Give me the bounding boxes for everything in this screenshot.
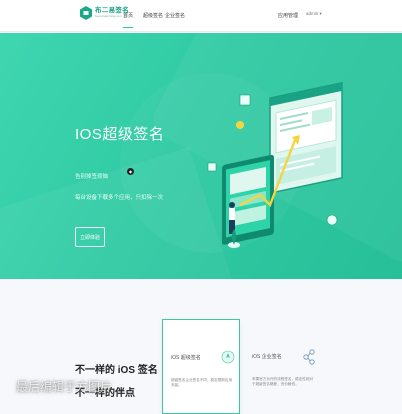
share-nodes-icon (302, 349, 316, 365)
super-sign-card[interactable]: iOS 超级签名 超级签名企业签名不同，稳定限制应用安装。 (162, 319, 240, 414)
rocket-icon (221, 350, 235, 366)
hero-dot-icon: ◆ (127, 168, 134, 175)
enterprise-sign-card[interactable]: iOS 企业签名 苹果官方允许的流程签名，稳定性相对于超级签名略差，但价格低。 (244, 319, 322, 414)
card-description: 苹果官方允许的流程签名，稳定性相对于超级签名略差，但价格低。 (252, 377, 314, 387)
card-title: iOS 企业签名 (252, 354, 282, 360)
image-watermark: 最后编辑于方图片 (16, 380, 113, 394)
hero-illustration (207, 81, 343, 248)
card-title: iOS 超级签名 (171, 355, 201, 361)
hero-description: 每台设备下载多个应用，只扣除一次 (75, 195, 164, 201)
section-heading: 不一样的 iOS 签名 (75, 365, 158, 376)
brand-logo[interactable]: 布二易签名 bueryiqianming.com (80, 6, 129, 20)
card-description: 超级签名企业签名不同，稳定限制应用安装。 (171, 378, 233, 388)
nav-home[interactable]: 首页 (123, 12, 134, 28)
hero-title: IOS超级签名 (75, 126, 165, 143)
nav-super-sign[interactable]: 超级签名 (143, 12, 163, 19)
try-now-button[interactable]: 立即体验 (75, 227, 105, 247)
brand-mark-icon (80, 6, 92, 20)
hero-banner: IOS超级签名 ◆ 告别掉签烦恼 每台设备下载多个应用，只扣除一次 立即体验 (0, 33, 402, 279)
top-nav: 布二易签名 bueryiqianming.com 首页 超级签名 企业签名 应用… (0, 0, 402, 32)
user-menu[interactable]: admin ▾ (306, 11, 322, 17)
nav-enterprise-sign[interactable]: 企业签名 (165, 12, 185, 19)
hero-subtitle: 告别掉签烦恼 (75, 174, 109, 180)
nav-app-manage[interactable]: 应用管理 (278, 12, 298, 19)
